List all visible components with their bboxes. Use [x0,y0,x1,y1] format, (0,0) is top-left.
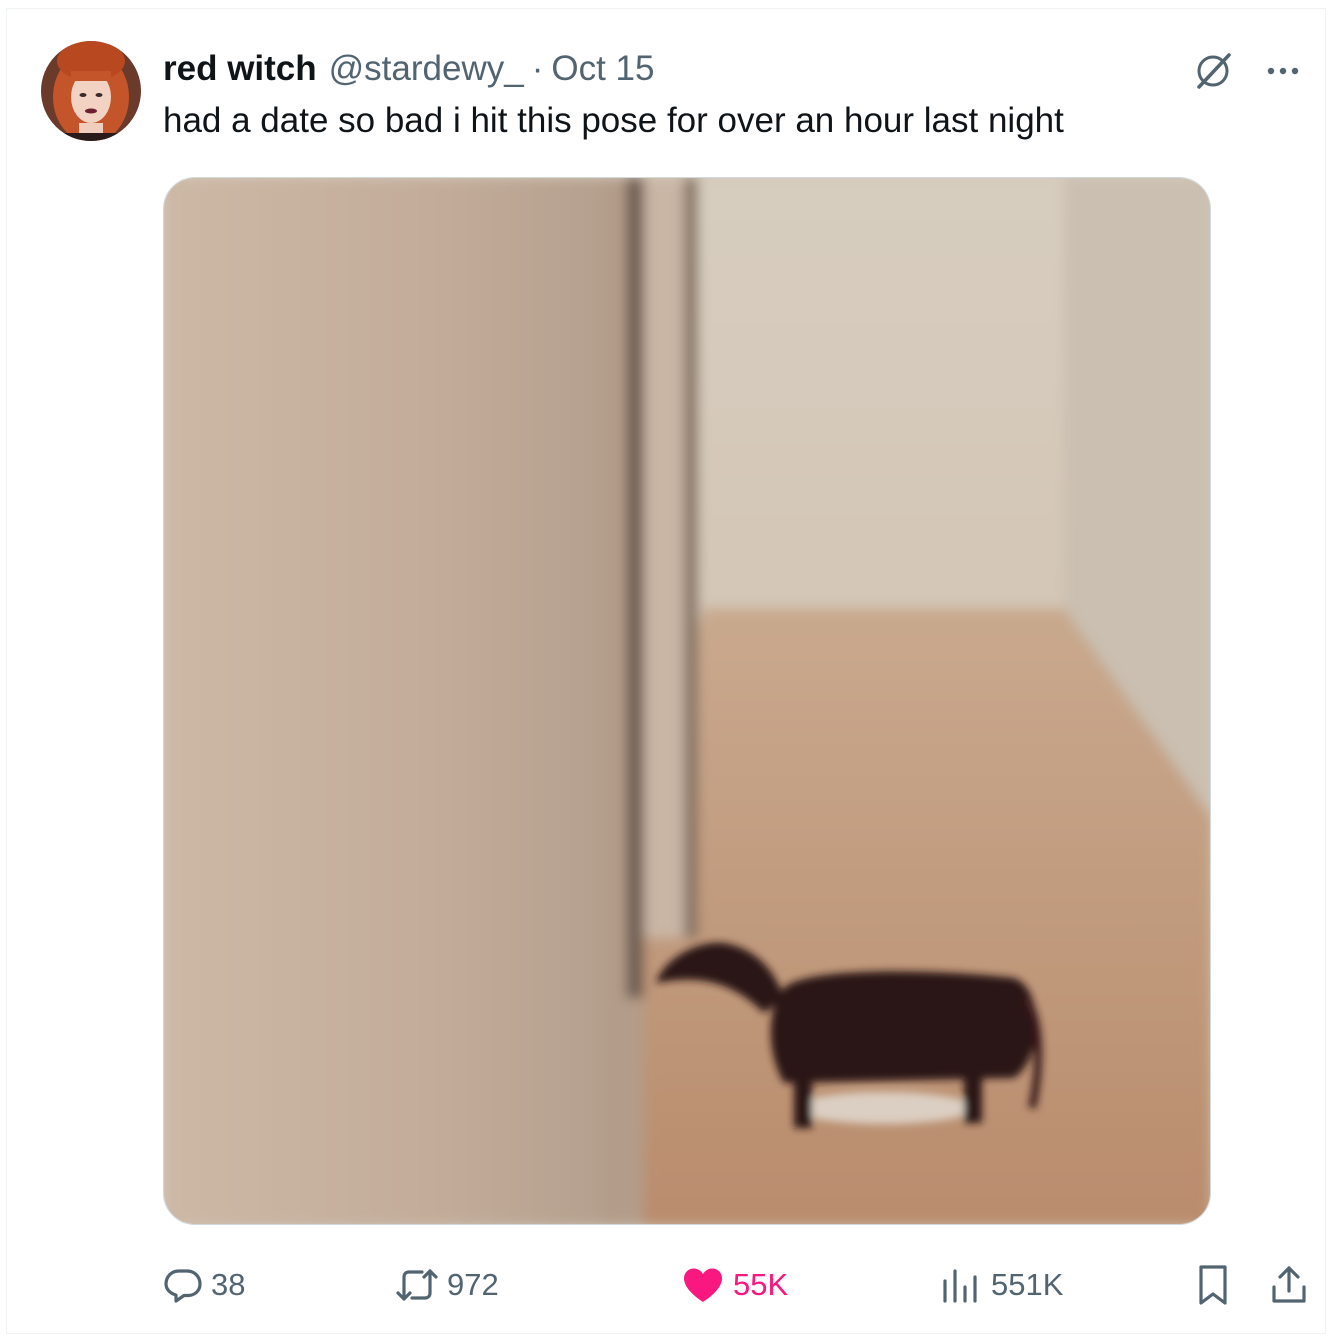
author-name[interactable]: red witch [163,49,317,89]
tweet-header: red witch @stardewy_ · Oct 15 [163,47,654,91]
bookmark-icon [1199,1265,1227,1305]
views-icon [943,1269,977,1303]
reply-count: 38 [211,1267,246,1302]
bookmark-button[interactable] [1193,1257,1241,1313]
like-count: 55K [733,1267,789,1302]
like-button[interactable]: 55K [681,1257,788,1313]
grok-icon[interactable] [1191,49,1235,93]
reply-icon [164,1269,202,1303]
share-icon [1272,1266,1306,1303]
retweet-button[interactable]: 972 [395,1257,499,1313]
views-count: 551K [991,1267,1064,1302]
avatar[interactable] [41,41,141,141]
tweet-card[interactable]: red witch @stardewy_ · Oct 15 had a date… [6,8,1326,1334]
header-separator: · [531,49,544,88]
reply-button[interactable]: 38 [163,1257,245,1313]
retweet-icon [396,1269,438,1301]
heart-icon [684,1268,722,1302]
retweet-count: 972 [447,1267,499,1302]
tweet-text: had a date so bad i hit this pose for ov… [163,101,1064,140]
author-handle[interactable]: @stardewy_ [329,49,524,89]
share-button[interactable] [1269,1257,1317,1313]
more-icon[interactable] [1259,49,1307,93]
views-button[interactable]: 551K [939,1257,1063,1313]
tweet-media-image[interactable] [163,177,1211,1225]
tweet-date[interactable]: Oct 15 [551,49,654,89]
tweet-actions: 38 972 55K 551K [163,1257,1313,1313]
